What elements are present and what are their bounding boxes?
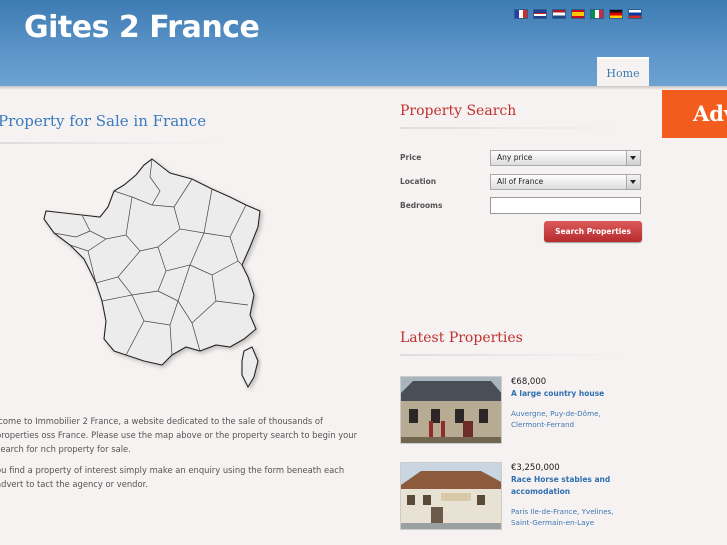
property-title-link[interactable]: Race Horse stables and accomodation [511,474,631,498]
title-divider [0,142,235,144]
dutch-flag-icon[interactable] [552,9,566,19]
italian-flag-icon[interactable] [590,9,604,19]
property-listing: €3,250,000 Race Horse stables and accomo… [400,462,640,532]
price-label: Price [400,153,422,162]
corsica-region[interactable] [241,346,259,389]
latest-divider [400,354,635,356]
search-divider [400,127,635,129]
price-select[interactable]: Any price [490,150,641,166]
french-flag-icon[interactable] [514,9,528,19]
intro-paragraph: lcome to Immobilier 2 France, a website … [0,416,358,454]
advert-banner[interactable]: Adv [662,90,727,138]
intro-paragraph: ou find a property of interest simply ma… [0,465,345,489]
latest-properties-title: Latest Properties [400,330,523,346]
location-select[interactable]: All of France [490,174,641,190]
bedrooms-input[interactable] [490,197,641,214]
property-location[interactable]: Paris Ile-de-France, Yvelines, Saint-Ger… [511,506,636,528]
property-price: €68,000 [511,377,547,387]
property-price: €3,250,000 [511,463,560,473]
search-properties-button[interactable]: Search Properties [544,221,642,242]
property-thumbnail[interactable] [400,462,502,530]
russian-flag-icon[interactable] [628,9,642,19]
property-location[interactable]: Auvergne, Puy-de-Dôme, Clermont-Ferrand [511,408,636,430]
property-thumbnail[interactable] [400,376,502,444]
location-label: Location [400,177,437,186]
spanish-flag-icon[interactable] [571,9,585,19]
chevron-down-icon[interactable] [626,175,640,189]
property-search-title: Property Search [400,103,517,119]
german-flag-icon[interactable] [609,9,623,19]
intro-text: lcome to Immobilier 2 France, a website … [0,414,358,498]
page-title: Property for Sale in France [0,112,207,130]
bedrooms-label: Bedrooms [400,201,443,210]
property-title-link[interactable]: A large country house [511,388,631,400]
header-shadow [0,86,727,90]
language-selector [514,9,642,19]
location-select-value: All of France [497,177,544,186]
price-select-value: Any price [497,153,533,162]
english-flag-icon[interactable] [533,9,547,19]
nav-home-tab[interactable]: Home [597,57,649,86]
property-listing: €68,000 A large country house Auvergne, … [400,376,640,446]
france-outline[interactable] [43,158,261,366]
site-title[interactable]: Gites 2 France [24,10,260,45]
france-map[interactable] [40,155,270,395]
chevron-down-icon[interactable] [626,151,640,165]
